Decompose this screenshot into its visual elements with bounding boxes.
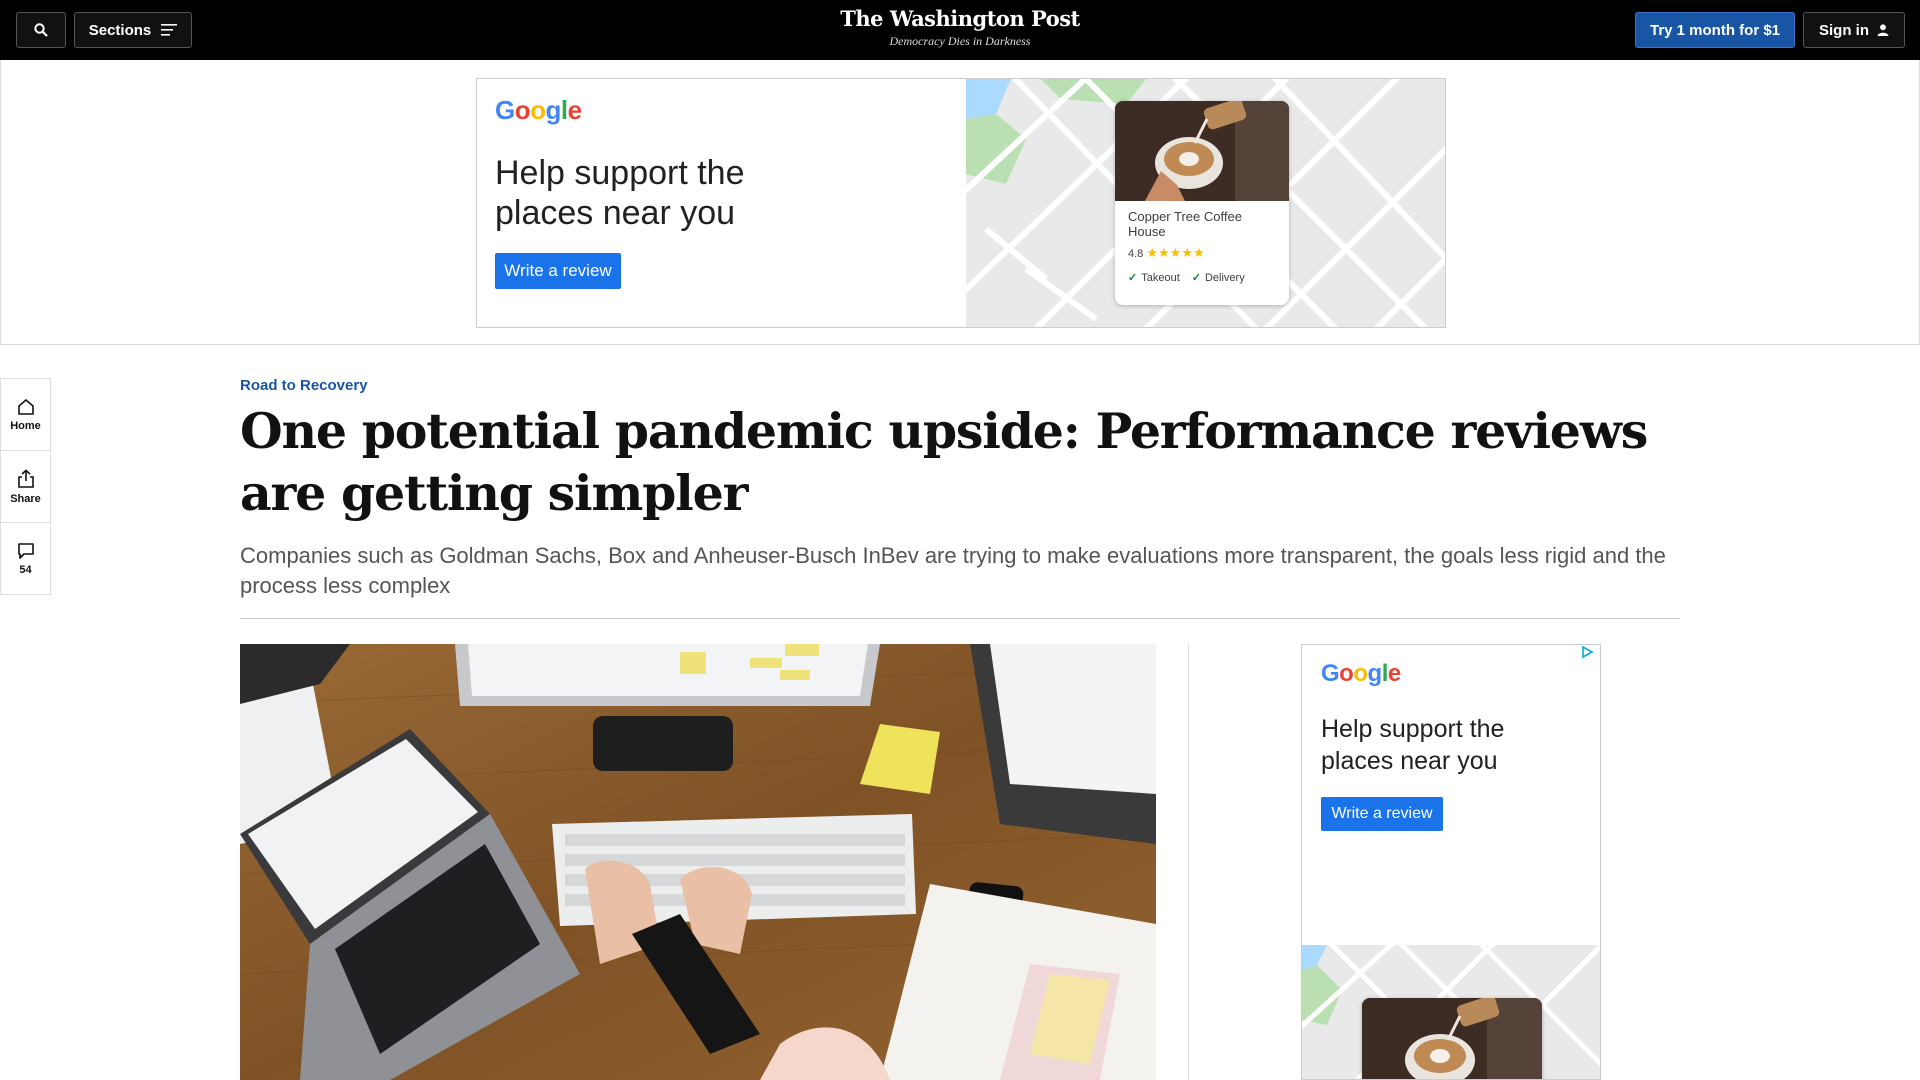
subscribe-button[interactable]: Try 1 month for $1 bbox=[1635, 12, 1795, 48]
check-icon: ✓ bbox=[1128, 272, 1138, 284]
sign-in-button[interactable]: Sign in bbox=[1803, 12, 1905, 48]
top-nav: Sections The Washington Post Democracy D… bbox=[0, 0, 1920, 60]
header-divider bbox=[240, 618, 1680, 619]
ad-map: Copper Tree Coffee House 4.8 ★★★★★ ✓ Take… bbox=[966, 79, 1445, 327]
brand-logo[interactable]: The Washington Post Democracy Dies in Da… bbox=[760, 6, 1160, 49]
ad-headline: Help support the places near you bbox=[495, 154, 745, 232]
top-ad[interactable]: Google Help support the places near you … bbox=[476, 78, 1446, 328]
place-options: ✓ Takeout ✓ Delivery bbox=[1115, 261, 1289, 284]
place-card[interactable] bbox=[1362, 998, 1542, 1079]
write-review-button[interactable]: Write a review bbox=[495, 253, 621, 289]
menu-icon bbox=[161, 24, 178, 36]
share-label: Share bbox=[10, 492, 41, 505]
share-button[interactable]: Share bbox=[1, 451, 50, 523]
masthead: The Washington Post bbox=[840, 6, 1080, 31]
coffee-photo bbox=[1362, 998, 1542, 1079]
place-rating: 4.8 ★★★★★ bbox=[1115, 239, 1289, 261]
star-icons: ★★★★★ bbox=[1146, 245, 1205, 260]
sections-label: Sections bbox=[88, 21, 152, 39]
home-icon bbox=[17, 398, 34, 415]
share-icon bbox=[17, 468, 34, 488]
article-dek: Companies such as Goldman Sachs, Box and… bbox=[240, 543, 1666, 598]
sign-in-label: Sign in bbox=[1819, 21, 1869, 39]
column-divider bbox=[1188, 644, 1189, 1080]
sections-button[interactable]: Sections bbox=[74, 12, 192, 48]
rating-value: 4.8 bbox=[1128, 248, 1144, 260]
ad-map bbox=[1302, 945, 1600, 1079]
side-ad[interactable]: Google Help support the places near you … bbox=[1301, 644, 1601, 1080]
google-logo: Google bbox=[1321, 660, 1401, 687]
google-logo: Google bbox=[495, 95, 582, 125]
home-label: Home bbox=[10, 419, 41, 432]
left-rail: Home Share 54 bbox=[0, 378, 51, 595]
home-button[interactable]: Home bbox=[1, 379, 50, 451]
coffee-photo bbox=[1115, 101, 1289, 201]
write-review-button[interactable]: Write a review bbox=[1321, 797, 1443, 831]
lead-photo[interactable] bbox=[240, 644, 1156, 1080]
comments-button[interactable]: 54 bbox=[1, 523, 50, 595]
takeout-option: ✓ Takeout bbox=[1128, 272, 1180, 284]
search-icon bbox=[34, 23, 48, 37]
article-headline: One potential pandemic upside: Performan… bbox=[240, 402, 1648, 522]
tagline: Democracy Dies in Darkness bbox=[889, 34, 1031, 48]
article-kicker[interactable]: Road to Recovery bbox=[240, 377, 368, 394]
comment-icon bbox=[17, 543, 34, 559]
comments-count: 54 bbox=[19, 564, 32, 576]
check-icon: ✓ bbox=[1191, 272, 1201, 284]
ad-headline: Help support the places near you bbox=[1321, 715, 1505, 775]
user-icon bbox=[1877, 24, 1889, 36]
search-button[interactable] bbox=[16, 12, 66, 48]
adchoices-icon[interactable] bbox=[1580, 645, 1594, 659]
top-ad-band: Google Help support the places near you … bbox=[0, 60, 1920, 345]
place-card[interactable]: Copper Tree Coffee House 4.8 ★★★★★ ✓ Take… bbox=[1115, 101, 1289, 305]
lead-photo-graphic bbox=[240, 644, 1156, 1080]
delivery-option: ✓ Delivery bbox=[1191, 272, 1245, 284]
place-name: Copper Tree Coffee House bbox=[1128, 209, 1242, 239]
